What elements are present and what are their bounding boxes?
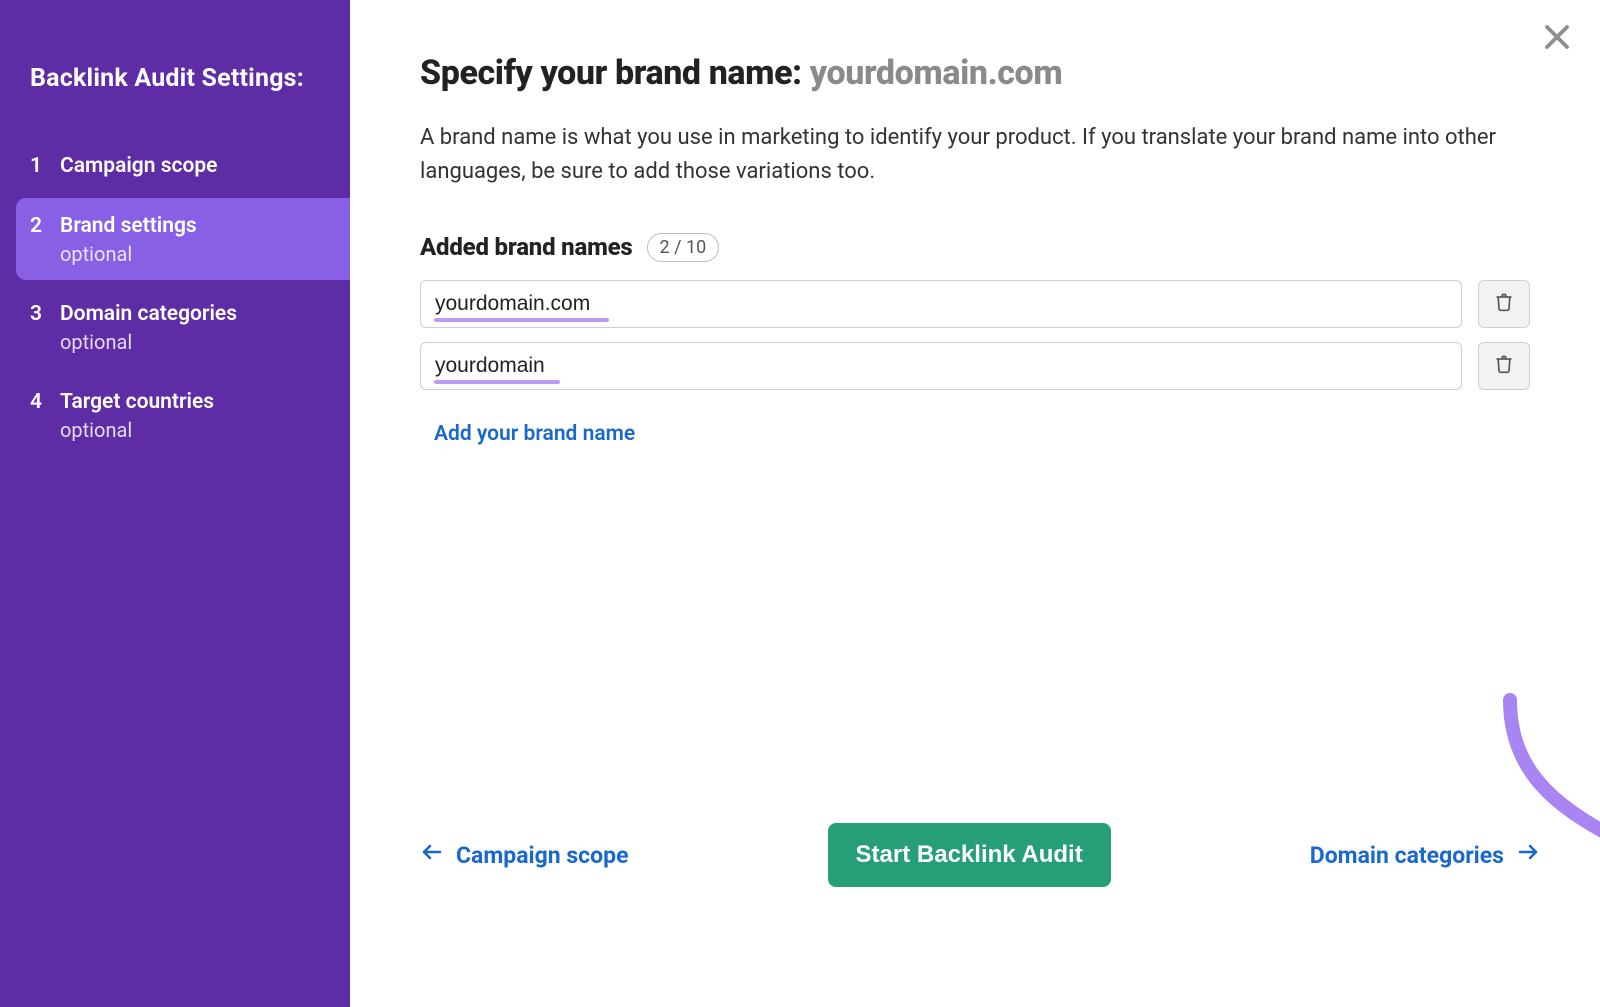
add-brand-link[interactable]: Add your brand name: [434, 422, 635, 446]
subheading: Added brand names: [420, 233, 633, 261]
heading-prefix: Specify your brand name:: [420, 53, 810, 93]
step-label: Brand settings: [60, 214, 197, 238]
step-target-countries[interactable]: 4 Target countries optional: [30, 374, 350, 456]
brand-name-input[interactable]: [420, 342, 1462, 390]
step-number: 1: [30, 154, 44, 178]
step-label: Target countries: [60, 390, 214, 414]
step-number: 3: [30, 302, 44, 326]
main-panel: Specify your brand name: yourdomain.com …: [350, 0, 1600, 1007]
step-sublabel: optional: [60, 242, 197, 266]
trash-icon: [1494, 354, 1514, 377]
step-brand-settings[interactable]: 2 Brand settings optional: [16, 198, 350, 280]
footer-nav: Campaign scope Start Backlink Audit Doma…: [420, 823, 1540, 887]
close-button[interactable]: [1542, 22, 1572, 52]
next-step-label: Domain categories: [1310, 842, 1504, 869]
intro-text: A brand name is what you use in marketin…: [420, 121, 1510, 189]
step-sublabel: optional: [60, 330, 237, 354]
step-label: Campaign scope: [60, 154, 217, 178]
step-number: 4: [30, 390, 44, 414]
sidebar-title: Backlink Audit Settings:: [30, 62, 350, 96]
step-number: 2: [30, 214, 44, 238]
step-campaign-scope[interactable]: 1 Campaign scope: [30, 138, 350, 192]
delete-brand-button[interactable]: [1478, 280, 1530, 328]
step-sublabel: optional: [60, 418, 214, 442]
prev-step-label: Campaign scope: [456, 842, 629, 869]
step-list: 1 Campaign scope 2 Brand settings option…: [30, 138, 350, 456]
spellcheck-underline: [434, 318, 609, 322]
arrow-left-icon: [420, 840, 444, 870]
brand-row: [420, 342, 1530, 390]
arrow-right-icon: [1516, 840, 1540, 870]
close-icon: [1542, 22, 1572, 52]
next-step-link[interactable]: Domain categories: [1310, 840, 1540, 870]
page-heading: Specify your brand name: yourdomain.com: [420, 52, 1530, 95]
delete-brand-button[interactable]: [1478, 342, 1530, 390]
count-badge: 2 / 10: [647, 233, 720, 262]
step-label: Domain categories: [60, 302, 237, 326]
spellcheck-underline: [434, 380, 560, 384]
sidebar: Backlink Audit Settings: 1 Campaign scop…: [0, 0, 350, 1007]
step-domain-categories[interactable]: 3 Domain categories optional: [30, 286, 350, 368]
brand-row: [420, 280, 1530, 328]
trash-icon: [1494, 292, 1514, 315]
start-audit-button[interactable]: Start Backlink Audit: [828, 823, 1111, 887]
subheading-row: Added brand names 2 / 10: [420, 233, 1530, 262]
prev-step-link[interactable]: Campaign scope: [420, 840, 629, 870]
heading-domain: yourdomain.com: [810, 53, 1063, 93]
